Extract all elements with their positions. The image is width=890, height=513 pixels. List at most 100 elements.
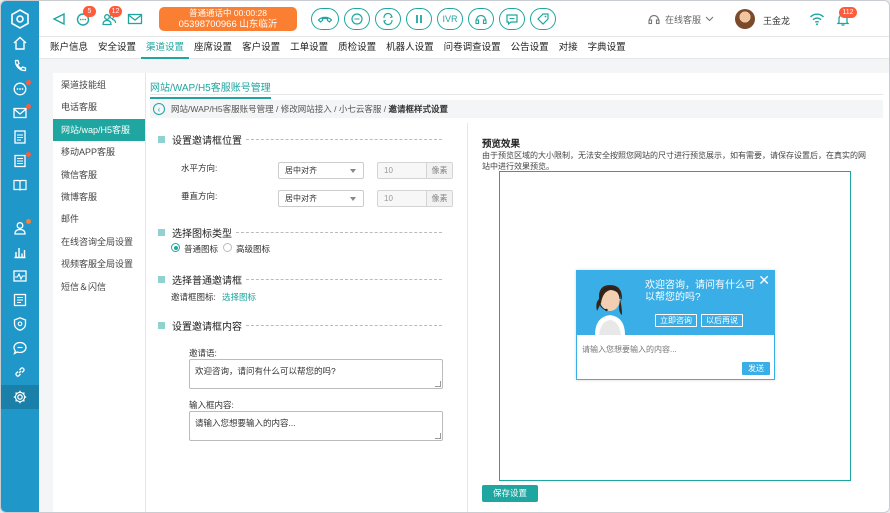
content-gutter xyxy=(39,59,53,512)
save-button[interactable]: 保存设置 xyxy=(482,485,538,502)
breadcrumb-site-name[interactable]: 小七云客服 xyxy=(339,103,382,115)
subnav-web-wap-h5[interactable]: 网站/wap/H5客服 xyxy=(53,118,145,142)
horizontal-offset-input[interactable]: 10 像素 xyxy=(377,162,453,179)
invite-icon-label: 邀请框图标: xyxy=(171,292,216,302)
sms-button[interactable] xyxy=(499,8,525,30)
mute-button[interactable] xyxy=(49,9,69,29)
rail-security[interactable] xyxy=(1,312,39,336)
subnav-email[interactable]: 邮件 xyxy=(53,208,145,230)
chart-icon xyxy=(14,248,26,259)
mail-button[interactable] xyxy=(125,9,145,29)
horizontal-align-select[interactable]: 居中对齐 xyxy=(278,162,364,179)
rail-settings[interactable] xyxy=(1,385,39,409)
menu-security-settings[interactable]: 安全设置 xyxy=(93,37,141,59)
mail-icon xyxy=(127,13,143,25)
content-top-gutter xyxy=(53,59,889,73)
agent-status-dropdown[interactable]: 在线客服 xyxy=(647,12,714,26)
call-number-text: 05398700966 山东临沂 xyxy=(178,19,278,30)
rail-phone[interactable] xyxy=(1,54,39,78)
icon-type-normal-radio[interactable] xyxy=(171,243,180,252)
breadcrumb-separator: / xyxy=(331,104,339,114)
vertical-offset-unit: 像素 xyxy=(426,191,452,206)
hangup-icon xyxy=(317,16,333,23)
send-button[interactable]: 发送 xyxy=(742,362,770,375)
menu-seat-settings[interactable]: 座席设置 xyxy=(189,37,237,59)
greeting-textarea[interactable]: 欢迎咨询，请问有什么可以帮您的吗? xyxy=(189,359,443,389)
close-icon[interactable]: ✕ xyxy=(758,272,770,289)
later-button[interactable]: 以后再说 xyxy=(701,314,743,327)
breadcrumb: ‹ 网站/WAP/H5客服账号管理 / 修改网站接入 / 小七云客服 / 邀请框… xyxy=(150,100,883,118)
menu-channel-settings[interactable]: 渠道设置 xyxy=(141,37,190,59)
wifi-icon xyxy=(809,13,825,26)
rail-worksheet[interactable] xyxy=(1,149,39,173)
resize-grip-icon[interactable] xyxy=(435,433,441,439)
user-name[interactable]: 王金龙 xyxy=(763,14,790,27)
icon-type-advanced-label[interactable]: 高级图标 xyxy=(236,243,270,255)
vertical-align-select[interactable]: 居中对齐 xyxy=(278,190,364,207)
position-section-title: 设置邀请框位置 xyxy=(172,136,242,147)
transfer-button[interactable] xyxy=(375,8,401,30)
subnav-sms[interactable]: 短信＆闪信 xyxy=(53,276,145,298)
page-title: 网站/WAP/H5客服账号管理 xyxy=(150,79,271,99)
notification-dot xyxy=(26,152,31,157)
resize-grip-icon[interactable] xyxy=(435,381,441,387)
chat-button[interactable]: 5 xyxy=(73,6,96,29)
ivr-button[interactable]: IVR xyxy=(437,8,463,30)
content-section-title: 设置邀请框内容 xyxy=(172,322,242,333)
section-dash xyxy=(246,139,442,140)
rail-ticket[interactable] xyxy=(1,125,39,149)
rail-list[interactable] xyxy=(1,288,39,312)
subnav-skill-group[interactable]: 渠道技能组 xyxy=(53,74,145,96)
app-logo-icon xyxy=(11,9,29,29)
menu-customer-settings[interactable]: 客户设置 xyxy=(237,37,285,59)
subnav-video-global[interactable]: 视频客服全局设置 xyxy=(53,253,145,275)
subnav-weibo[interactable]: 微博客服 xyxy=(53,186,145,208)
avatar[interactable] xyxy=(735,9,755,29)
rail-home[interactable] xyxy=(1,31,39,55)
send-arrow-icon xyxy=(52,12,65,26)
breadcrumb-edit-site[interactable]: 修改网站接入 xyxy=(281,103,332,115)
vertical-offset-value: 10 xyxy=(384,194,393,203)
tag-button[interactable] xyxy=(530,8,556,30)
rail-knowledge[interactable] xyxy=(1,173,39,197)
hangup-button[interactable] xyxy=(311,8,339,30)
rail-link[interactable] xyxy=(1,360,39,384)
menu-robot-settings[interactable]: 机器人设置 xyxy=(381,37,439,59)
invite-widget-input[interactable]: 请输入您想要输入的内容... xyxy=(582,344,677,355)
breadcrumb-account[interactable]: 网站/WAP/H5客服账号管理 xyxy=(171,103,274,115)
breadcrumb-separator: / xyxy=(273,104,281,114)
icon-type-advanced-radio[interactable] xyxy=(223,243,232,252)
consult-now-button[interactable]: 立即咨询 xyxy=(655,314,697,327)
icon-type-normal-label[interactable]: 普通图标 xyxy=(184,243,218,255)
vertical-offset-input[interactable]: 10 像素 xyxy=(377,190,453,207)
rail-contacts[interactable] xyxy=(1,216,39,240)
subnav-phone-service[interactable]: 电话客服 xyxy=(53,96,145,118)
menu-dictionary-settings[interactable]: 字典设置 xyxy=(583,37,631,59)
menu-account-info[interactable]: 账户信息 xyxy=(45,37,93,59)
section-marker xyxy=(158,276,165,283)
hold-button[interactable] xyxy=(406,8,432,30)
rail-chat[interactable] xyxy=(1,77,39,101)
settings-icon xyxy=(13,390,27,404)
rail-monitor[interactable] xyxy=(1,264,39,288)
back-icon[interactable]: ‹ xyxy=(153,103,165,115)
consult-button[interactable] xyxy=(468,8,494,30)
subnav-online-global[interactable]: 在线咨询全局设置 xyxy=(53,231,145,253)
subnav-wechat[interactable]: 微信客服 xyxy=(53,164,145,186)
input-content-textarea[interactable]: 请输入您想要输入的内容... xyxy=(189,411,443,441)
horizontal-label: 水平方向: xyxy=(181,163,218,173)
vertical-label: 垂直方向: xyxy=(181,191,218,201)
rail-report[interactable] xyxy=(1,240,39,264)
menu-qa-settings[interactable]: 质检设置 xyxy=(333,37,381,59)
rail-message[interactable] xyxy=(1,336,39,360)
contacts-button[interactable]: 12 xyxy=(99,6,122,29)
menu-integration[interactable]: 对接 xyxy=(554,37,583,59)
channel-subnav: 渠道技能组 电话客服 网站/wap/H5客服 移动APP客服 微信客服 微博客服… xyxy=(53,73,145,512)
menu-announcement-settings[interactable]: 公告设置 xyxy=(506,37,554,59)
message-button[interactable] xyxy=(344,8,370,30)
choose-icon-link[interactable]: 选择图标 xyxy=(222,291,256,303)
rail-mail[interactable] xyxy=(1,101,39,125)
menu-ticket-settings[interactable]: 工单设置 xyxy=(285,37,333,59)
subnav-mobile-app[interactable]: 移动APP客服 xyxy=(53,141,145,163)
menu-survey-settings[interactable]: 问卷调查设置 xyxy=(439,37,506,59)
